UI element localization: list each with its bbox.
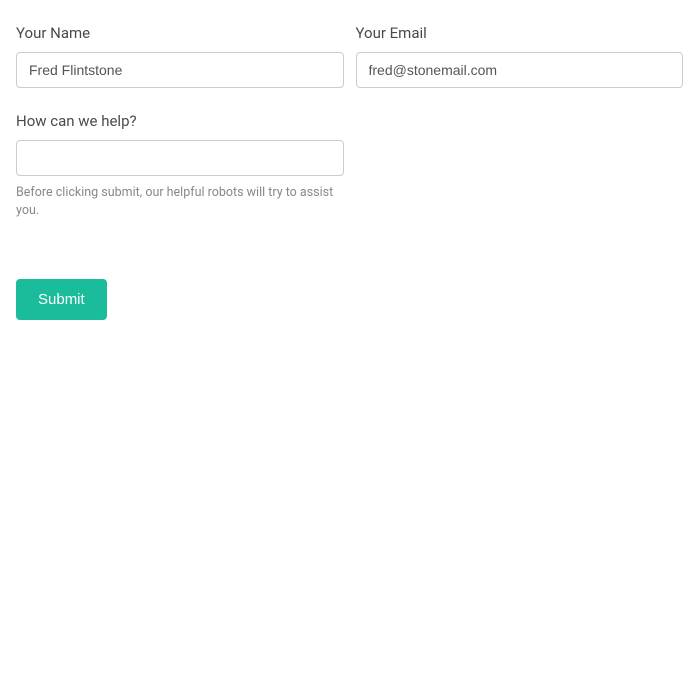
form-row-top: Your Name Your Email: [16, 24, 683, 88]
submit-button[interactable]: Submit: [16, 279, 107, 320]
email-label: Your Email: [356, 24, 684, 42]
name-group: Your Name: [16, 24, 344, 88]
form-row-help: How can we help? Before clicking submit,…: [16, 112, 683, 219]
email-input[interactable]: [356, 52, 684, 88]
name-input[interactable]: [16, 52, 344, 88]
name-label: Your Name: [16, 24, 344, 42]
help-group: How can we help? Before clicking submit,…: [16, 112, 344, 219]
email-group: Your Email: [356, 24, 684, 88]
contact-form: Your Name Your Email How can we help? Be…: [16, 24, 683, 320]
help-input[interactable]: [16, 140, 344, 176]
help-hint: Before clicking submit, our helpful robo…: [16, 184, 344, 219]
help-label: How can we help?: [16, 112, 344, 130]
